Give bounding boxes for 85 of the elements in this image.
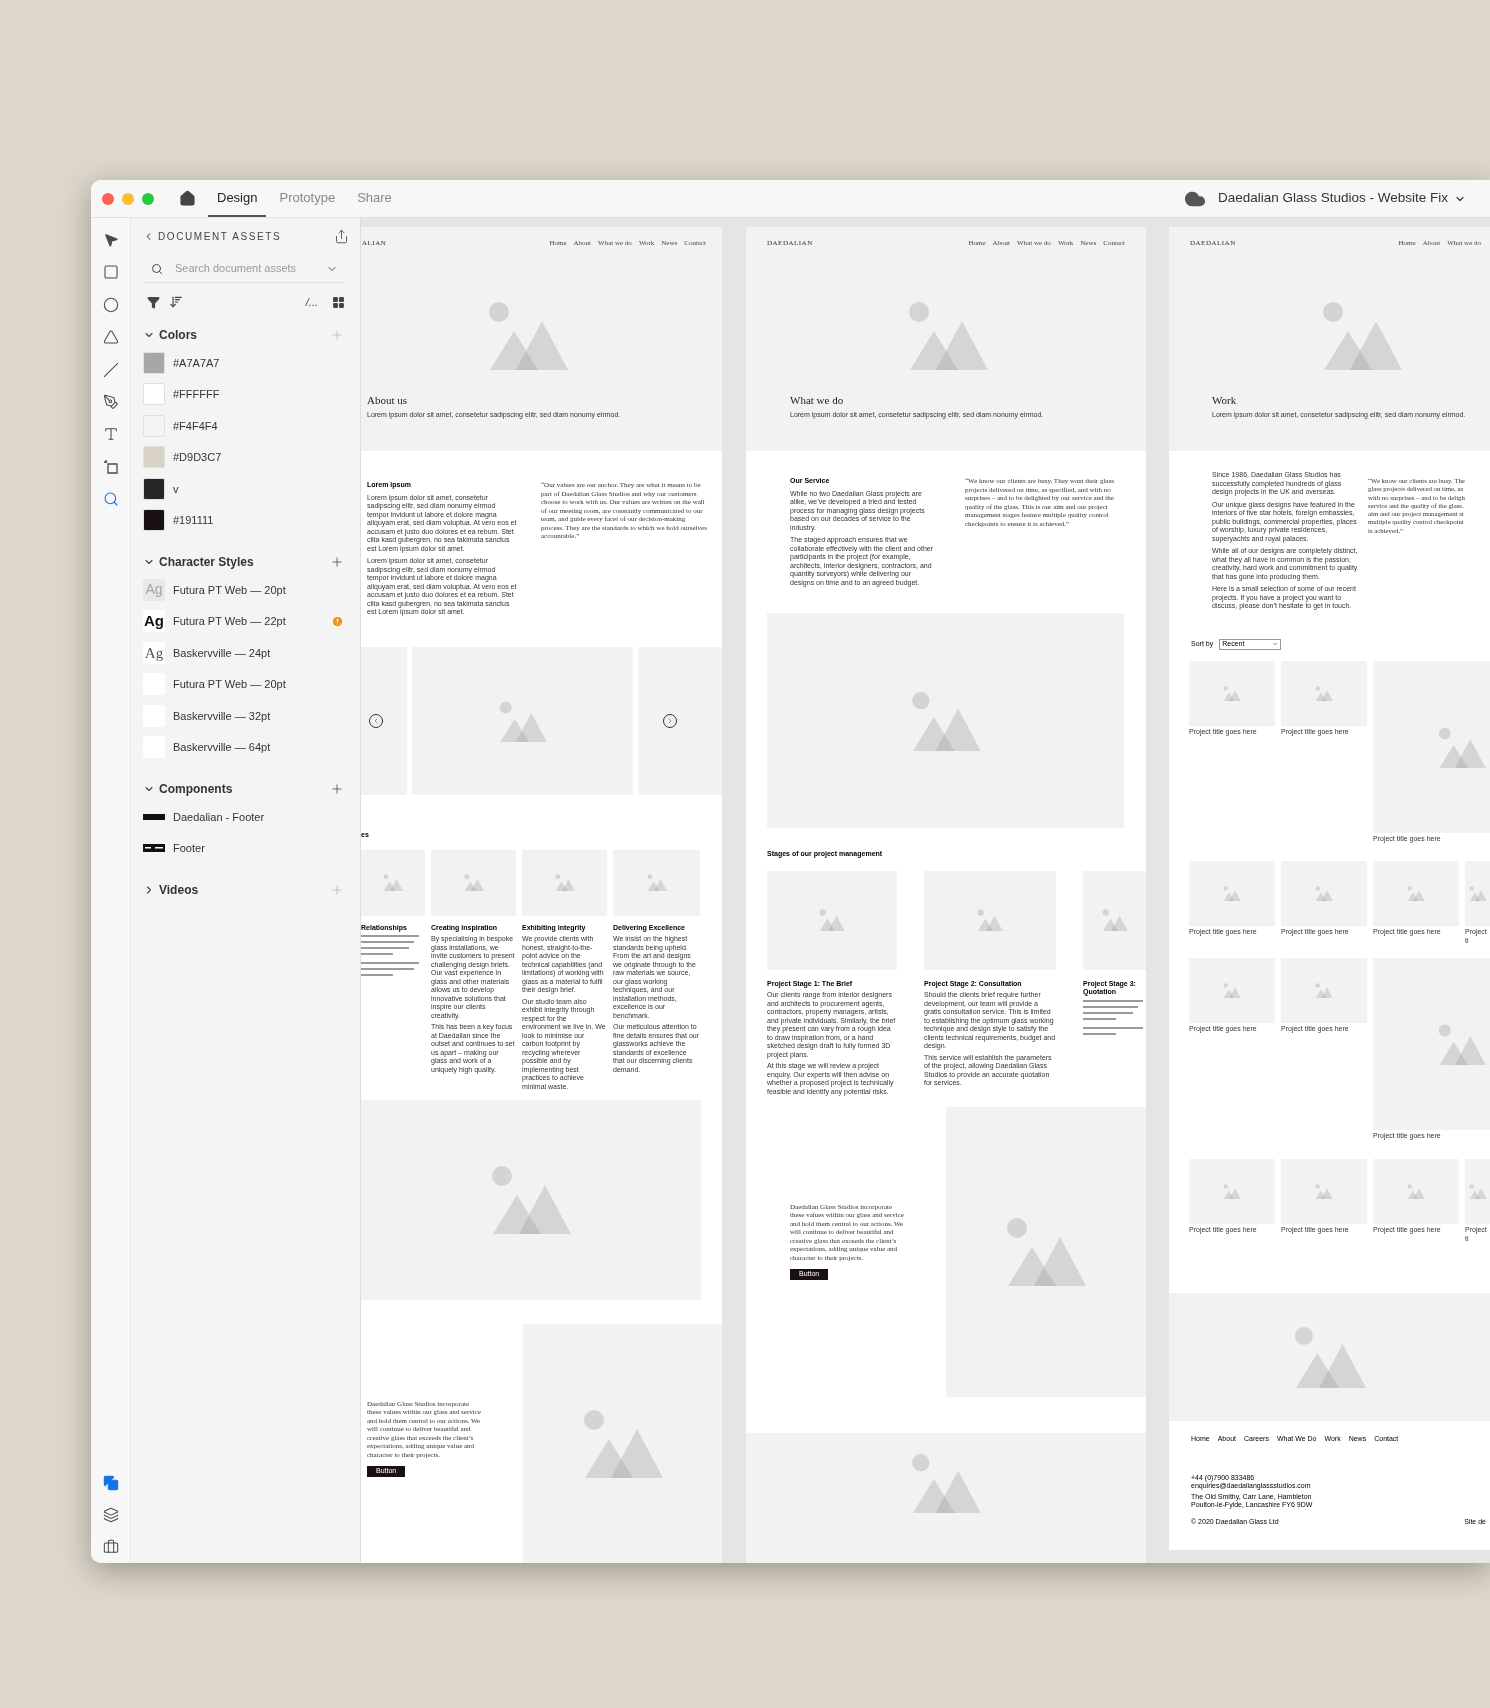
section-title[interactable]: Colors bbox=[159, 326, 197, 344]
text-lines-drawing bbox=[361, 962, 419, 978]
asset-label[interactable]: Baskervville — 24pt bbox=[173, 644, 271, 661]
assets-icon[interactable] bbox=[102, 1475, 119, 1491]
image-placeholder-icon bbox=[554, 874, 575, 891]
image-placeholder-icon bbox=[911, 1452, 981, 1513]
image-placeholder-icon bbox=[1223, 686, 1241, 701]
asset-label[interactable]: Daedalian - Footer bbox=[173, 808, 265, 825]
triangle-icon[interactable] bbox=[102, 329, 119, 346]
layers-icon[interactable] bbox=[102, 1507, 119, 1523]
path-label[interactable]: /... bbox=[305, 293, 318, 311]
asset-label[interactable]: Futura PT Web — 20pt bbox=[173, 581, 286, 598]
rectangle-icon[interactable] bbox=[102, 264, 119, 281]
asset-label[interactable]: Footer bbox=[173, 840, 205, 857]
image-placeholder-icon bbox=[1468, 1184, 1487, 1199]
search-field[interactable]: Search document assets bbox=[175, 260, 326, 277]
filter-icon[interactable] bbox=[147, 295, 160, 309]
search-icon[interactable] bbox=[102, 491, 119, 508]
image-placeholder-icon bbox=[1315, 1184, 1333, 1199]
asset-label[interactable]: Baskervville — 64pt bbox=[173, 739, 271, 756]
style-sample: Ag bbox=[143, 641, 165, 664]
text-lines-drawing bbox=[1083, 999, 1143, 1022]
grid-view-icon[interactable] bbox=[332, 295, 345, 309]
circle-icon[interactable] bbox=[102, 296, 119, 313]
image-placeholder-icon bbox=[1315, 983, 1333, 998]
asset-label[interactable]: v bbox=[173, 480, 179, 497]
close-button[interactable] bbox=[102, 192, 114, 205]
search-icon bbox=[151, 262, 163, 275]
asset-label[interactable]: #FFFFFF bbox=[173, 386, 220, 403]
image-placeholder-icon bbox=[910, 690, 981, 751]
section-title[interactable]: Character Styles bbox=[159, 553, 254, 571]
image-placeholder-icon bbox=[1407, 1184, 1425, 1199]
image-placeholder-icon bbox=[1223, 983, 1241, 998]
image-placeholder-icon bbox=[1468, 886, 1487, 901]
image-placeholder-icon bbox=[1438, 726, 1486, 768]
image-placeholder-icon bbox=[977, 909, 1003, 931]
section-title[interactable]: Components bbox=[159, 780, 233, 798]
briefcase-icon[interactable] bbox=[102, 1539, 119, 1555]
asset-label[interactable]: #F4F4F4 bbox=[173, 417, 218, 434]
image-placeholder-icon bbox=[1438, 1023, 1486, 1065]
image-placeholder-icon bbox=[1101, 909, 1128, 931]
section-title[interactable]: Videos bbox=[159, 881, 199, 899]
asset-label[interactable]: #A7A7A7 bbox=[173, 354, 220, 371]
asset-label[interactable]: #191111 bbox=[173, 512, 214, 529]
text-lines-drawing bbox=[1083, 1026, 1143, 1037]
panel-title: DOCUMENT ASSETS bbox=[158, 230, 282, 244]
line-icon[interactable] bbox=[102, 361, 119, 378]
image-placeholder-icon bbox=[646, 874, 667, 891]
style-sample: Ag bbox=[143, 578, 165, 601]
image-placeholder-icon bbox=[582, 1408, 663, 1478]
image-placeholder-icon bbox=[491, 1165, 571, 1234]
image-placeholder-icon bbox=[463, 874, 484, 891]
text-icon[interactable] bbox=[102, 426, 119, 443]
document-title[interactable]: Daedalian Glass Studios - Website Fix bbox=[1217, 188, 1448, 209]
text-lines-drawing bbox=[361, 935, 419, 957]
component-thumbnail bbox=[143, 811, 165, 822]
image-placeholder-icon bbox=[1223, 886, 1241, 901]
pointer-icon[interactable] bbox=[102, 232, 119, 248]
component-thumbnail bbox=[143, 843, 165, 854]
image-placeholder-icon bbox=[1315, 686, 1333, 701]
image-placeholder-icon bbox=[819, 909, 845, 931]
page-heading: About us bbox=[367, 392, 409, 408]
image-placeholder-icon bbox=[1006, 1217, 1086, 1286]
image-placeholder-icon bbox=[1223, 1184, 1241, 1199]
page-heading: Work bbox=[1212, 392, 1238, 408]
caret-icon bbox=[1272, 641, 1279, 647]
page-heading: What we do bbox=[790, 392, 845, 408]
image-placeholder-icon bbox=[488, 300, 568, 370]
image-placeholder-icon bbox=[498, 700, 547, 742]
asset-label[interactable]: #D9D3C7 bbox=[173, 449, 222, 466]
home-icon[interactable] bbox=[179, 190, 196, 207]
asset-label[interactable]: Futura PT Web — 22pt bbox=[173, 613, 286, 630]
asset-label[interactable]: Baskervville — 32pt bbox=[173, 707, 271, 724]
image-placeholder-icon bbox=[1315, 886, 1333, 901]
image-placeholder-icon bbox=[1322, 300, 1402, 370]
image-placeholder-icon bbox=[1407, 886, 1425, 901]
image-placeholder-icon bbox=[1293, 1326, 1366, 1388]
image-placeholder-icon bbox=[908, 300, 988, 370]
image-placeholder-icon bbox=[383, 874, 403, 891]
pen-icon[interactable] bbox=[102, 393, 119, 410]
style-sample: Ag bbox=[143, 610, 165, 633]
export-icon[interactable] bbox=[334, 229, 349, 244]
sort-icon[interactable] bbox=[169, 295, 183, 309]
artboard-icon[interactable] bbox=[102, 458, 119, 475]
asset-label[interactable]: Futura PT Web — 20pt bbox=[173, 676, 286, 693]
